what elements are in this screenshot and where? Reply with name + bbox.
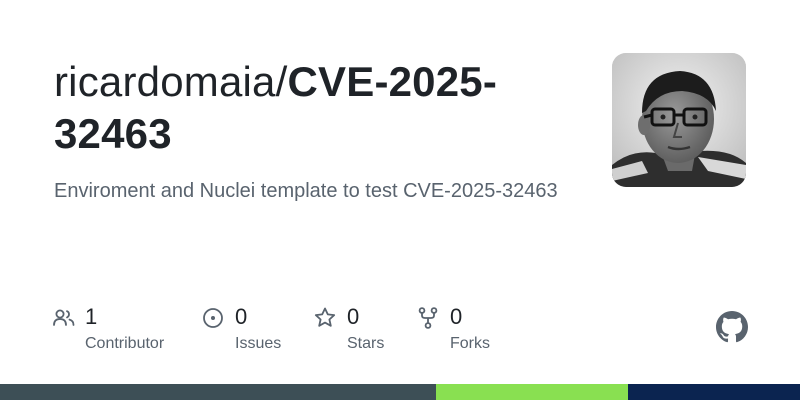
stat-count: 0	[235, 304, 248, 329]
issue-circle-icon	[203, 308, 223, 328]
language-bar-segment	[0, 384, 436, 400]
github-logo-icon[interactable]	[716, 311, 748, 343]
repo-social-card: ricardomaia/CVE-2025-32463 Enviroment an…	[0, 0, 800, 400]
language-bar	[0, 384, 800, 400]
repo-owner[interactable]: ricardomaia/	[54, 58, 287, 105]
stat-label: Contributor	[85, 335, 165, 352]
fork-icon	[418, 307, 438, 329]
repo-description: Enviroment and Nuclei template to test C…	[54, 180, 558, 202]
owner-avatar[interactable]	[612, 53, 746, 187]
user-avatar-photo-icon	[612, 53, 746, 187]
repo-title[interactable]: ricardomaia/CVE-2025-32463	[54, 56, 584, 160]
stat-label: Forks	[450, 335, 490, 352]
stat-label: Issues	[235, 335, 282, 352]
stat-count: 1	[85, 304, 98, 329]
stat-label: Stars	[347, 335, 385, 352]
language-bar-segment	[436, 384, 628, 400]
language-bar-segment	[628, 384, 800, 400]
people-icon	[53, 309, 75, 326]
star-icon	[314, 307, 336, 327]
stat-count: 0	[347, 304, 360, 329]
stat-count: 0	[450, 304, 463, 329]
